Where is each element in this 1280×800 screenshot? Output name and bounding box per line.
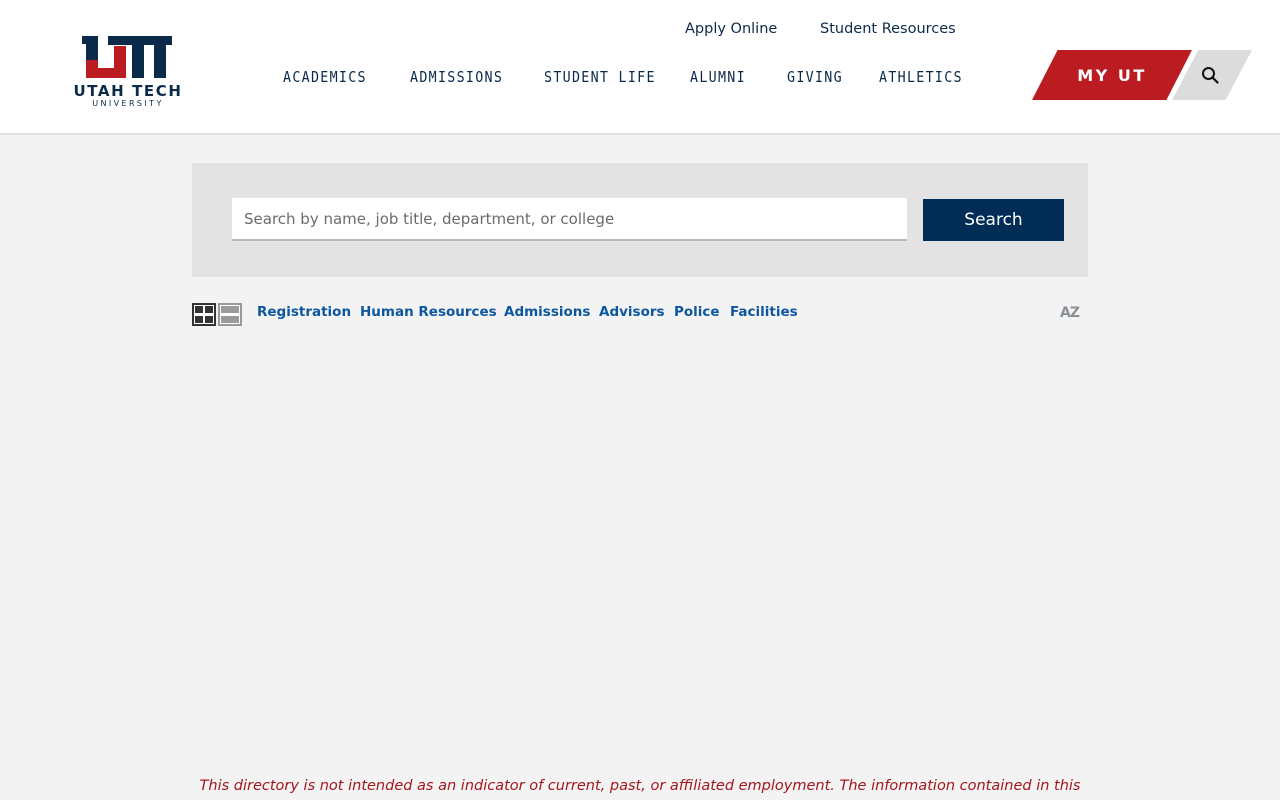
my-ut-button[interactable]: MY UT <box>1032 50 1192 100</box>
quick-link-facilities[interactable]: Facilities <box>730 304 798 320</box>
nav-giving[interactable]: GIVING <box>787 68 843 86</box>
quick-link-advisors[interactable]: Advisors <box>599 304 665 320</box>
nav-admissions[interactable]: ADMISSIONS <box>410 68 503 86</box>
list-view-icon[interactable] <box>218 303 242 326</box>
apply-online-link[interactable]: Apply Online <box>685 21 777 37</box>
ut-monogram-icon <box>82 36 172 78</box>
site-header: UTAH TECH UNIVERSITY Apply Online Studen… <box>0 0 1280 135</box>
directory-search-panel: Search <box>192 163 1088 277</box>
quick-link-human-resources[interactable]: Human Resources <box>360 304 497 320</box>
nav-academics[interactable]: ACADEMICS <box>283 68 367 86</box>
quick-link-admissions[interactable]: Admissions <box>504 304 590 320</box>
utah-tech-logo[interactable]: UTAH TECH UNIVERSITY <box>66 34 190 110</box>
nav-student-life[interactable]: STUDENT LIFE <box>544 68 656 86</box>
nav-athletics[interactable]: ATHLETICS <box>879 68 963 86</box>
brand-name: UTAH TECH <box>73 82 183 100</box>
quick-link-registration[interactable]: Registration <box>257 304 351 320</box>
directory-disclaimer: This directory is not intended as an ind… <box>199 778 1081 794</box>
directory-search-button[interactable]: Search <box>923 199 1064 241</box>
directory-search-input[interactable] <box>232 198 907 241</box>
student-resources-link[interactable]: Student Resources <box>820 21 956 37</box>
grid-view-icon[interactable] <box>192 303 216 326</box>
search-icon <box>1202 67 1219 84</box>
az-sort-icon[interactable]: AZ <box>1060 305 1080 321</box>
nav-alumni[interactable]: ALUMNI <box>690 68 746 86</box>
quick-link-police[interactable]: Police <box>674 304 720 320</box>
brand-subname: UNIVERSITY <box>92 99 164 108</box>
